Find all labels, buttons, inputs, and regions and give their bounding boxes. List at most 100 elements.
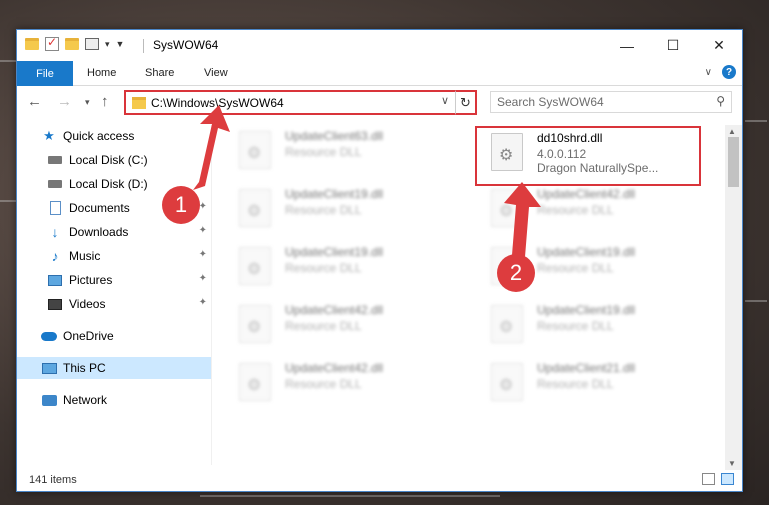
sidebar-item-downloads[interactable]: ↓ Downloads ✦ [17, 221, 211, 243]
sidebar-item-network[interactable]: Network [17, 389, 211, 411]
pin-icon[interactable]: ✦ [199, 297, 207, 308]
pc-icon [41, 361, 57, 375]
sidebar-item-label: Local Disk (D:) [69, 177, 148, 191]
sidebar-item-quick-access[interactable]: ★ Quick access [17, 125, 211, 147]
dll-file-icon: ⚙ [239, 131, 271, 169]
dll-file-icon: ⚙ [491, 305, 523, 343]
help-icon[interactable]: ? [722, 65, 736, 79]
document-icon [47, 201, 63, 215]
search-input[interactable]: Search SysWOW64 ⚲ [490, 91, 732, 113]
sidebar-item-label: OneDrive [63, 329, 114, 343]
drive-icon [47, 153, 63, 167]
sidebar-item-pictures[interactable]: Pictures ✦ [17, 269, 211, 291]
file-type: Resource DLL [285, 261, 362, 275]
tab-home[interactable]: Home [87, 67, 116, 79]
item-count: 141 items [29, 474, 77, 486]
customize-toolbar-caret-icon[interactable]: ▾ [105, 39, 110, 50]
pin-icon[interactable]: ✦ [199, 225, 207, 236]
sidebar-item-label: Documents [69, 201, 130, 215]
vertical-scrollbar[interactable]: ▲ ▼ [725, 125, 742, 470]
pin-icon[interactable]: ✦ [199, 249, 207, 260]
file-type: Resource DLL [285, 377, 362, 391]
scroll-up-icon[interactable]: ▲ [728, 127, 736, 136]
network-icon [41, 393, 57, 407]
recent-locations-icon[interactable]: ▾ [85, 97, 90, 108]
chevron-down-icon[interactable]: ∨ [441, 94, 449, 107]
file-highlight-box [475, 126, 701, 186]
title-bar: ▾ ▼ SysWOW64 — ☐ ✕ [17, 30, 742, 61]
address-path[interactable]: C:\Windows\SysWOW64 [151, 96, 284, 110]
pin-icon[interactable]: ✦ [199, 177, 207, 188]
search-placeholder: Search SysWOW64 [497, 95, 604, 109]
cloud-icon [41, 329, 57, 343]
new-folder-icon[interactable] [65, 38, 79, 50]
scroll-thumb[interactable] [728, 137, 739, 187]
sidebar-item-local-disk-c[interactable]: Local Disk (C:) [17, 149, 211, 171]
tab-share[interactable]: Share [145, 67, 174, 79]
dll-file-icon: ⚙ [239, 247, 271, 285]
title-separator [143, 39, 144, 53]
file-type: Resource DLL [285, 319, 362, 333]
video-icon [47, 297, 63, 311]
back-arrow-icon[interactable]: ← [27, 93, 42, 110]
folder-icon [132, 97, 146, 109]
list-item[interactable]: ⚙ UpdateClient63.dll Resource DLL [227, 125, 457, 173]
ribbon-tabs: File Home Share View ∨ ? [17, 61, 742, 86]
file-name: UpdateClient19.dll [285, 245, 384, 259]
folder-icon[interactable] [25, 38, 39, 50]
dll-file-icon: ⚙ [239, 189, 271, 227]
properties-icon[interactable] [85, 38, 99, 50]
picture-icon [47, 273, 63, 287]
dll-file-icon: ⚙ [239, 305, 271, 343]
dll-file-icon: ⚙ [239, 363, 271, 401]
list-item[interactable]: ⚙ UpdateClient42.dll Resource DLL [227, 357, 457, 405]
drive-icon [47, 177, 63, 191]
toolbar-menu-caret-icon[interactable]: ▼ [116, 39, 125, 49]
forward-arrow-icon[interactable]: → [57, 93, 72, 110]
sidebar-item-music[interactable]: ♪ Music ✦ [17, 245, 211, 267]
dll-file-icon: ⚙ [491, 189, 523, 227]
refresh-button[interactable]: ↻ [455, 90, 477, 115]
sidebar-item-videos[interactable]: Videos ✦ [17, 293, 211, 315]
file-name: UpdateClient19.dll [537, 303, 636, 317]
address-bar[interactable]: C:\Windows\SysWOW64 ∨ [124, 90, 477, 115]
step-2-badge: 2 [497, 254, 535, 292]
sidebar-item-onedrive[interactable]: OneDrive [17, 325, 211, 347]
tiles-view-icon[interactable] [721, 473, 734, 485]
list-item[interactable]: ⚙ UpdateClient21.dll Resource DLL [479, 357, 709, 405]
list-item[interactable]: ⚙ UpdateClient19.dll Resource DLL [227, 241, 457, 289]
window-title: SysWOW64 [153, 38, 219, 52]
sidebar-item-label: Videos [69, 297, 106, 311]
sidebar-item-this-pc[interactable]: This PC [17, 357, 211, 379]
pane-divider[interactable] [211, 125, 212, 465]
up-arrow-icon[interactable]: ↑ [101, 93, 109, 110]
file-name: UpdateClient63.dll [285, 129, 384, 143]
close-button[interactable]: ✕ [696, 30, 742, 61]
search-icon[interactable]: ⚲ [716, 94, 725, 108]
list-item[interactable]: ⚙ UpdateClient42.dll Resource DLL [227, 299, 457, 347]
minimize-button[interactable]: — [604, 30, 650, 61]
explorer-window: ▾ ▼ SysWOW64 — ☐ ✕ File Home Share View … [16, 29, 743, 492]
list-item[interactable]: ⚙ UpdateClient42.dll Resource DLL [479, 183, 709, 231]
refresh-icon: ↻ [460, 94, 471, 110]
dll-file-icon: ⚙ [491, 363, 523, 401]
pin-icon[interactable]: ✦ [199, 273, 207, 284]
window-controls: — ☐ ✕ [604, 30, 742, 61]
file-type: Resource DLL [537, 319, 614, 333]
expand-ribbon-icon[interactable]: ∨ [705, 67, 712, 78]
sidebar-item-label: Music [69, 249, 101, 263]
details-view-icon[interactable] [702, 473, 715, 485]
properties-check-icon[interactable] [45, 35, 59, 51]
file-name: UpdateClient19.dll [537, 245, 636, 259]
maximize-button[interactable]: ☐ [650, 30, 696, 61]
list-item[interactable]: ⚙ UpdateClient19.dll Resource DLL [479, 299, 709, 347]
file-name: UpdateClient21.dll [537, 361, 636, 375]
download-icon: ↓ [51, 224, 59, 240]
tab-view[interactable]: View [204, 67, 228, 79]
file-name: UpdateClient42.dll [285, 361, 384, 375]
sidebar-item-label: Local Disk (C:) [69, 153, 148, 167]
tab-file[interactable]: File [17, 61, 73, 86]
scroll-down-icon[interactable]: ▼ [728, 459, 736, 468]
list-item[interactable]: ⚙ UpdateClient19.dll Resource DLL [227, 183, 457, 231]
file-name: UpdateClient42.dll [285, 303, 384, 317]
